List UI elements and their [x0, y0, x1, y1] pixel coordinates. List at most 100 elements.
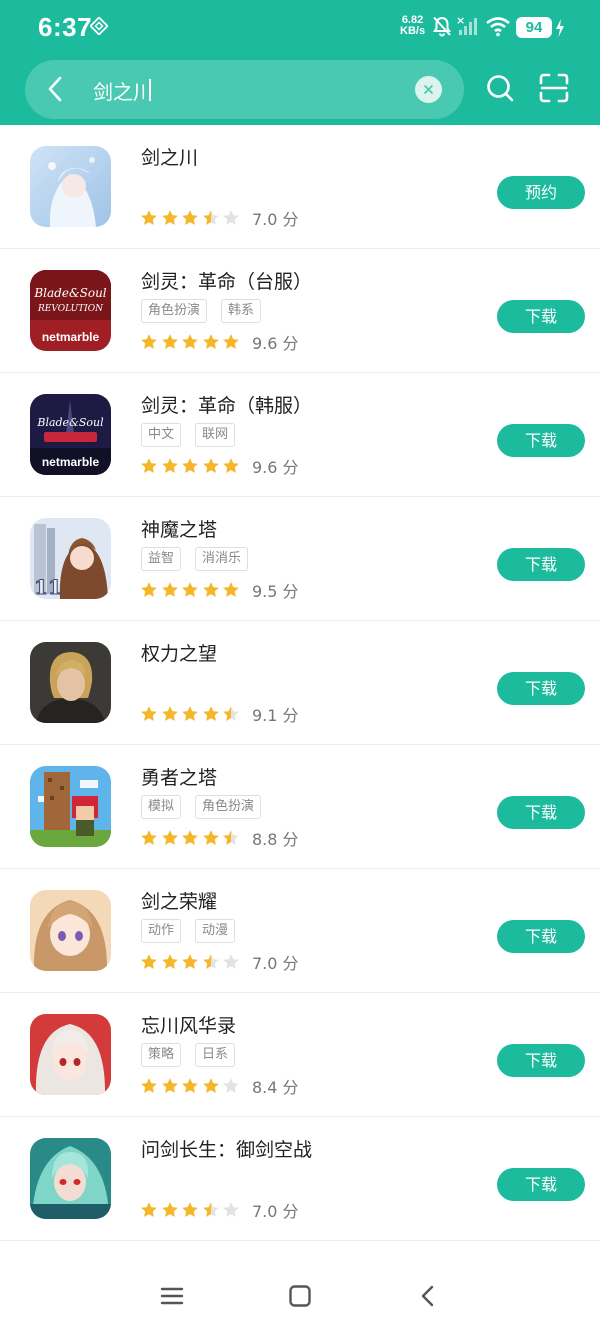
rating: 8.8 分 — [140, 828, 299, 849]
download-button[interactable]: 下载 — [497, 424, 585, 457]
score: 7.0 分 — [251, 1202, 299, 1221]
star-icon — [223, 706, 240, 721]
star-icon — [141, 334, 157, 349]
tag-list: 动作 动漫 — [141, 919, 249, 943]
list-item[interactable]: 忘川风华录 策略 日系 8.4 分 下载 — [0, 993, 600, 1117]
list-item[interactable]: Blade&Soul REVOLUTION netmarble 剑灵：革命（台服… — [0, 249, 600, 373]
star-icon — [202, 458, 219, 473]
app-name: 神魔之塔 — [141, 519, 218, 541]
battery-indicator: 94 — [516, 17, 552, 38]
download-button[interactable]: 下载 — [497, 920, 585, 953]
tag: 动作 — [141, 919, 182, 943]
status-time: 6:37 — [38, 12, 93, 42]
score: 9.6 分 — [251, 458, 299, 477]
download-button[interactable]: 下载 — [497, 796, 585, 829]
svg-text:Blade&Soul: Blade&Soul — [36, 416, 104, 429]
download-button[interactable]: 下载 — [497, 300, 585, 333]
back-icon[interactable] — [415, 1283, 441, 1309]
star-icon — [182, 706, 198, 721]
svg-text:×: × — [456, 15, 465, 27]
tag-list: 益智 消消乐 — [141, 547, 262, 571]
tag-list: 角色扮演 韩系 — [141, 299, 275, 323]
star-rating — [140, 333, 243, 351]
back-arrow-icon[interactable] — [40, 74, 70, 104]
tag: 策略 — [141, 1043, 182, 1067]
list-item[interactable]: 剑之川 7.0 分 预约 — [0, 125, 600, 249]
charging-bolt-icon — [556, 19, 564, 37]
star-icon — [141, 1078, 157, 1093]
star-icon — [202, 210, 219, 225]
star-rating — [140, 581, 243, 599]
tag-list: 策略 日系 — [141, 1043, 249, 1067]
download-button[interactable]: 下载 — [497, 1168, 585, 1201]
tag: 益智 — [141, 547, 182, 571]
star-rating — [140, 1077, 243, 1095]
score: 7.0 分 — [251, 954, 299, 973]
search-results-list: 剑之川 7.0 分 预约 Blade&Soul REVOLUTION netma… — [0, 125, 600, 1241]
star-icon — [141, 210, 157, 225]
rating: 9.5 分 — [140, 580, 299, 601]
list-item[interactable]: 11 神魔之塔 益智 消消乐 9.5 分 下载 — [0, 497, 600, 621]
tag-list: 中文 联网 — [141, 423, 249, 447]
star-icon — [141, 954, 157, 969]
anime-girl-icon — [30, 890, 111, 971]
star-rating — [140, 457, 243, 475]
score: 8.8 分 — [251, 830, 299, 849]
list-item[interactable]: 勇者之塔 模拟 角色扮演 8.8 分 下载 — [0, 745, 600, 869]
list-item[interactable]: 问剑长生：御剑空战 7.0 分 下载 — [0, 1117, 600, 1241]
rating: 9.6 分 — [140, 456, 299, 477]
search-input[interactable]: 剑之川 — [93, 76, 153, 105]
home-icon[interactable] — [287, 1283, 313, 1309]
app-name: 问剑长生：御剑空战 — [141, 1139, 313, 1161]
star-icon — [202, 830, 219, 845]
status-bar: 6:37 6.82 KB/s × 94 — [0, 0, 600, 56]
tag-list: 模拟 角色扮演 — [141, 795, 275, 819]
search-icon[interactable] — [484, 72, 516, 104]
blade-and-soul-tw-icon: Blade&Soul REVOLUTION netmarble — [30, 270, 111, 351]
star-icon — [161, 954, 178, 969]
star-icon — [161, 706, 178, 721]
menu-icon[interactable] — [159, 1283, 185, 1309]
star-icon — [202, 334, 219, 349]
star-icon — [141, 582, 157, 597]
app-name: 剑之荣耀 — [141, 891, 218, 913]
score: 8.4 分 — [251, 1078, 299, 1097]
top-header: 6:37 6.82 KB/s × 94 剑之川 — [0, 0, 600, 125]
list-item[interactable]: 权力之望 9.1 分 下载 — [0, 621, 600, 745]
list-item[interactable]: 剑之荣耀 动作 动漫 7.0 分 下载 — [0, 869, 600, 993]
tag: 韩系 — [221, 299, 262, 323]
green-hair-warrior-icon — [30, 1138, 111, 1219]
tag: 日系 — [195, 1043, 236, 1067]
app-name: 忘川风华录 — [141, 1015, 237, 1037]
star-icon — [223, 830, 240, 845]
star-icon — [223, 1078, 240, 1093]
text-cursor — [149, 79, 151, 101]
rating: 8.4 分 — [140, 1076, 299, 1097]
download-button[interactable]: 下载 — [497, 1044, 585, 1077]
clear-search-button[interactable] — [415, 76, 442, 103]
reserve-button[interactable]: 预约 — [497, 176, 585, 209]
download-button[interactable]: 下载 — [497, 548, 585, 581]
tag: 模拟 — [141, 795, 182, 819]
rating: 7.0 分 — [140, 1200, 299, 1221]
app-name: 剑灵：革命（韩服） — [141, 395, 313, 417]
star-icon — [182, 830, 198, 845]
scan-icon[interactable] — [538, 72, 570, 104]
star-icon — [182, 1202, 198, 1217]
tag: 中文 — [141, 423, 182, 447]
pixel-tower-icon — [30, 766, 111, 847]
star-icon — [141, 458, 157, 473]
star-rating — [140, 1201, 243, 1219]
download-button[interactable]: 下载 — [497, 672, 585, 705]
star-icon — [223, 458, 240, 473]
tower-of-saviors-icon: 11 — [30, 518, 111, 599]
star-icon — [161, 1078, 178, 1093]
star-icon — [223, 334, 240, 349]
star-icon — [223, 210, 240, 225]
list-item[interactable]: Blade&Soul netmarble 剑灵：革命（韩服） 中文 联网 9.6 … — [0, 373, 600, 497]
star-icon — [202, 706, 219, 721]
star-icon — [161, 830, 178, 845]
star-icon — [223, 1202, 240, 1217]
svg-text:netmarble: netmarble — [42, 330, 100, 344]
score: 7.0 分 — [251, 210, 299, 229]
